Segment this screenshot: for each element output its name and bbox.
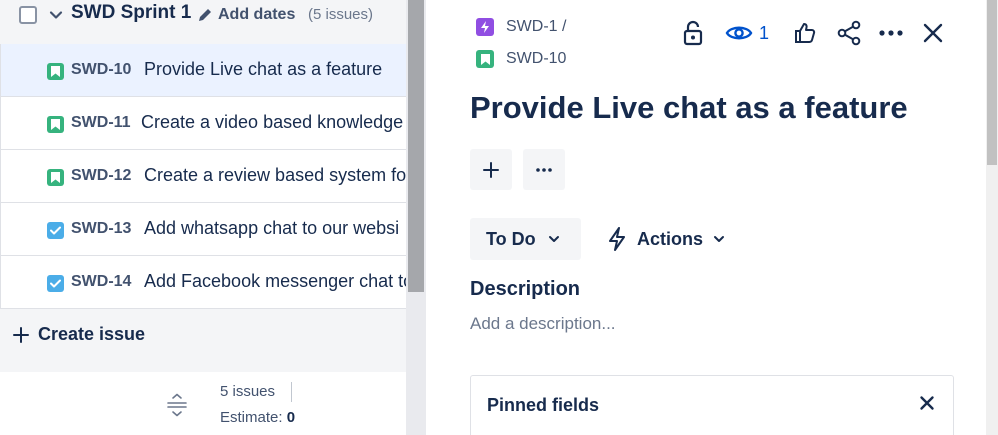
issue-key[interactable]: SWD-10 xyxy=(506,50,566,68)
share-icon[interactable] xyxy=(835,18,863,48)
table-row[interactable]: SWD-14 Add Facebook messenger chat to xyxy=(0,256,406,309)
sprint-checkbox[interactable] xyxy=(19,6,37,24)
more-icon[interactable] xyxy=(877,18,905,48)
issue-key[interactable]: SWD-13 xyxy=(71,220,131,238)
pencil-icon xyxy=(199,9,211,21)
issue-summary: Add whatsapp chat to our websi xyxy=(144,218,400,238)
add-dates-button[interactable]: Add dates xyxy=(197,6,295,24)
issue-detail-panel: SWD-1 / SWD-10 1 Provide Live chat as a … xyxy=(426,0,986,435)
right-scrollbar[interactable] xyxy=(986,0,998,435)
issue-key[interactable]: SWD-10 xyxy=(71,61,131,79)
story-icon xyxy=(476,50,494,68)
actions-dropdown[interactable]: Actions xyxy=(607,218,725,260)
footer-issue-count: 5 issues xyxy=(220,383,276,400)
breadcrumb-issue[interactable]: SWD-10 xyxy=(476,50,566,68)
sprint-header: SWD Sprint 1 Add dates (5 issues) xyxy=(0,0,406,44)
left-scrollbar-thumb[interactable] xyxy=(408,0,424,292)
status-dropdown[interactable]: To Do xyxy=(470,218,581,260)
issue-summary: Add Facebook messenger chat to xyxy=(144,271,406,291)
more-options-button[interactable] xyxy=(523,149,565,190)
close-icon[interactable] xyxy=(919,395,935,416)
lock-icon[interactable] xyxy=(679,18,707,48)
issue-key[interactable]: SWD-12 xyxy=(71,167,131,185)
story-icon xyxy=(47,169,64,186)
estimate-label: Estimate: xyxy=(220,409,283,426)
create-issue-button[interactable]: Create issue xyxy=(12,324,145,345)
detail-toolbar: 1 xyxy=(679,18,947,48)
sprint-footer xyxy=(0,372,406,435)
task-icon xyxy=(47,222,64,239)
lightning-icon xyxy=(609,227,625,251)
watch-count: 1 xyxy=(759,22,770,43)
table-row[interactable]: SWD-13 Add whatsapp chat to our websi xyxy=(0,203,406,256)
chevron-down-icon[interactable] xyxy=(48,7,64,23)
drag-handle-icon[interactable] xyxy=(166,393,188,422)
create-issue-label: Create issue xyxy=(38,324,146,344)
issue-summary: Create a video based knowledge xyxy=(141,112,404,132)
pinned-fields-panel: Pinned fields xyxy=(470,375,954,435)
close-icon[interactable] xyxy=(919,18,947,48)
parent-issue-key[interactable]: SWD-1 / xyxy=(506,18,566,36)
breadcrumb-parent[interactable]: SWD-1 / xyxy=(476,18,566,36)
plus-icon xyxy=(13,326,29,343)
right-scrollbar-thumb[interactable] xyxy=(987,0,997,165)
sprint-issue-count: (5 issues) xyxy=(308,6,374,23)
task-icon xyxy=(47,275,64,292)
actions-label: Actions xyxy=(637,228,704,249)
eye-icon xyxy=(725,26,753,40)
thumbs-up-icon[interactable] xyxy=(791,18,819,48)
story-icon xyxy=(47,116,64,133)
description-field[interactable]: Add a description... xyxy=(470,314,616,334)
more-icon xyxy=(536,167,552,172)
table-row[interactable]: SWD-10 Provide Live chat as a feature xyxy=(0,44,406,97)
issue-list: SWD-10 Provide Live chat as a feature SW… xyxy=(0,44,406,309)
sprint-name: SWD Sprint 1 xyxy=(71,2,192,23)
story-icon xyxy=(47,63,64,80)
table-row[interactable]: SWD-12 Create a review based system fo xyxy=(0,150,406,203)
issue-title[interactable]: Provide Live chat as a feature xyxy=(470,90,908,126)
description-heading: Description xyxy=(470,278,581,300)
footer-divider xyxy=(291,382,292,402)
issue-summary: Create a review based system fo xyxy=(144,165,406,185)
plus-icon xyxy=(483,161,499,178)
footer-estimate: Estimate: 0 xyxy=(220,409,295,426)
chevron-down-icon xyxy=(548,236,559,242)
issue-key[interactable]: SWD-14 xyxy=(71,273,131,291)
estimate-value: 0 xyxy=(286,409,296,426)
add-button[interactable] xyxy=(470,149,512,190)
chevron-down-icon xyxy=(714,236,725,242)
add-dates-label: Add dates xyxy=(218,6,296,23)
status-label: To Do xyxy=(486,228,536,249)
watch-button[interactable]: 1 xyxy=(725,18,769,48)
issue-summary: Provide Live chat as a feature xyxy=(144,59,383,79)
left-scrollbar[interactable] xyxy=(406,0,426,435)
issue-key[interactable]: SWD-11 xyxy=(71,114,131,132)
table-row[interactable]: SWD-11 Create a video based knowledge xyxy=(0,97,406,150)
sprint-panel: SWD Sprint 1 Add dates (5 issues) SWD-10… xyxy=(0,0,406,435)
pinned-fields-heading: Pinned fields xyxy=(487,395,600,415)
epic-icon xyxy=(476,18,494,36)
